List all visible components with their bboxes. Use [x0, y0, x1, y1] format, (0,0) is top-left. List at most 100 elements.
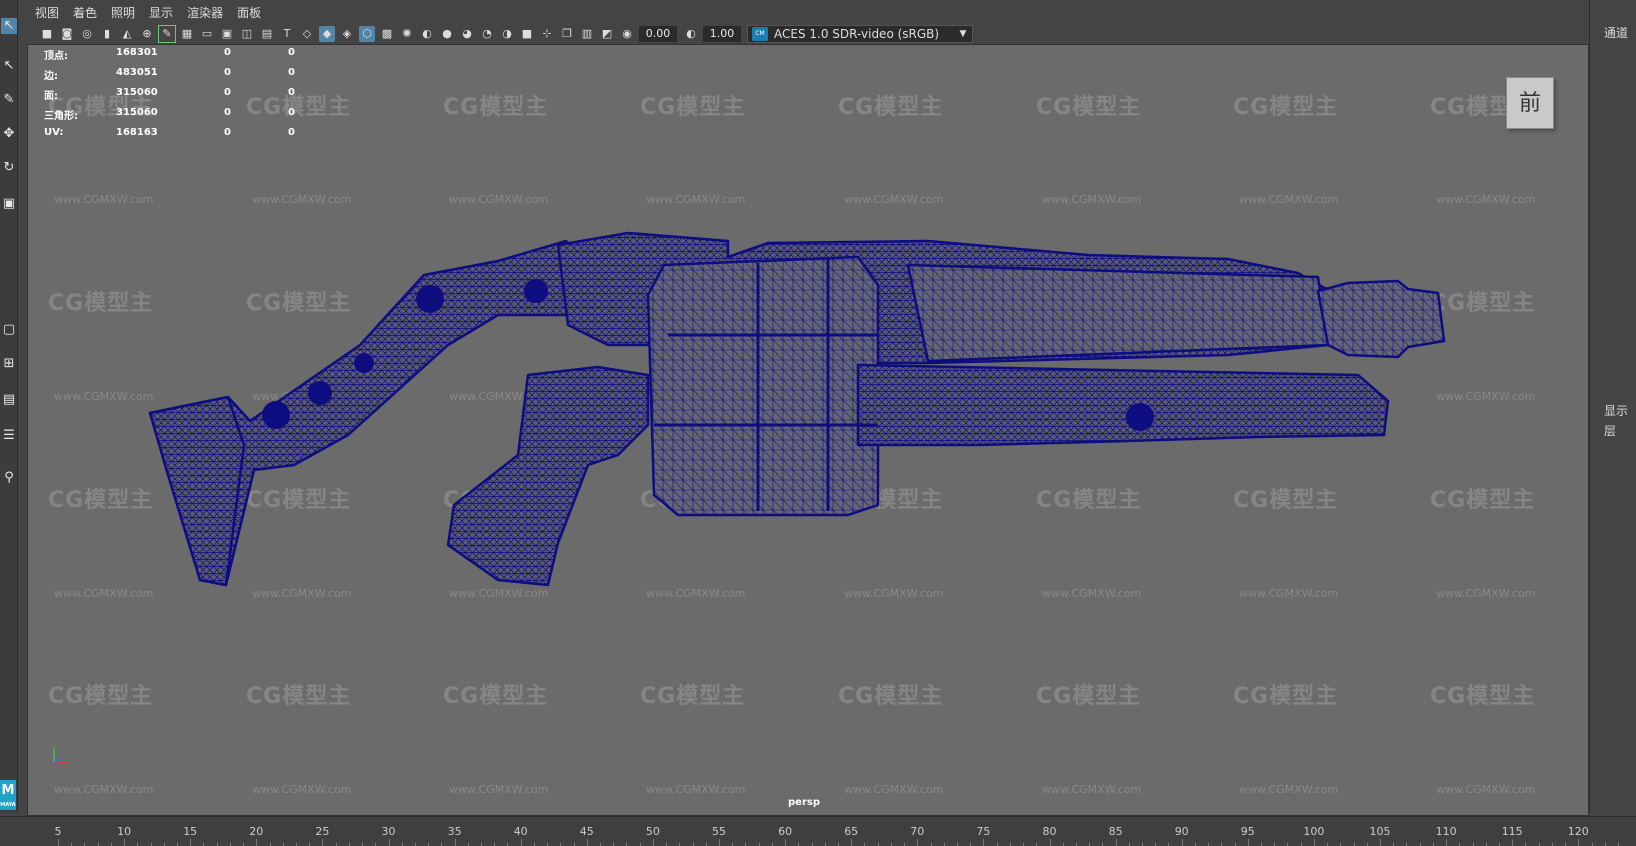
timeline-tick-label: 55: [712, 825, 726, 838]
lower-rail-part: [856, 363, 1390, 447]
camera-icon[interactable]: ■: [39, 26, 55, 42]
timeline-tick: [1578, 839, 1580, 846]
flat-shade-icon[interactable]: ◈: [339, 26, 355, 42]
camera-lock-icon[interactable]: ◎: [79, 26, 95, 42]
menu-shading[interactable]: 着色: [73, 4, 97, 21]
timeline-tick: [190, 839, 192, 846]
ao-icon[interactable]: ●: [439, 26, 455, 42]
wireframe-model[interactable]: [28, 45, 1589, 816]
image-plane-icon[interactable]: ◭: [119, 26, 135, 42]
list-layout-icon[interactable]: ☰: [1, 428, 17, 444]
timeline-tick-label: 75: [976, 825, 991, 838]
timeline-tick: [785, 839, 787, 846]
hud-toggle-icon[interactable]: ▥: [579, 26, 595, 42]
menu-panels[interactable]: 面板: [237, 4, 261, 21]
grid-icon[interactable]: ▦: [179, 26, 195, 42]
field-chart-icon[interactable]: ▤: [259, 26, 275, 42]
timeline-tick-label: 25: [315, 825, 330, 838]
menu-view[interactable]: 视图: [35, 4, 59, 21]
tab-channels[interactable]: 通道: [1604, 24, 1628, 41]
scale-tool-icon[interactable]: ▣: [1, 196, 17, 212]
timeline-tick: [851, 839, 853, 846]
viewport-persp[interactable]: CG模型主 www.CGMXW.com CG模型主 www.CGMXW.com CG模型…: [27, 44, 1589, 816]
timeline-tick-label: 35: [447, 825, 462, 838]
timeline-tick-label: 100: [1303, 825, 1325, 838]
menu-renderer[interactable]: 渲染器: [187, 4, 223, 21]
four-view-icon[interactable]: ⊞: [1, 356, 17, 372]
single-view-icon[interactable]: ▢: [1, 322, 17, 338]
tab-layers[interactable]: 层: [1604, 422, 1616, 439]
smooth-shade-icon[interactable]: ◆: [319, 26, 335, 42]
timeline-tick-label: 110: [1435, 825, 1457, 838]
grease-pencil-icon[interactable]: ✎: [158, 25, 176, 43]
barrel-part: [906, 263, 1330, 363]
timeline-tick: [388, 839, 390, 846]
timeline-tick: [1181, 839, 1183, 846]
exposure-icon[interactable]: ◉: [619, 26, 635, 42]
film-gate-icon[interactable]: ▭: [199, 26, 215, 42]
channel-box-panel: 通道 显示 层: [1589, 0, 1636, 812]
exposure-field[interactable]: 0.00: [639, 26, 677, 42]
xray-joints-icon[interactable]: ⊹: [539, 26, 555, 42]
wireframe-on-shaded-icon[interactable]: ⬡: [359, 26, 375, 42]
textured-icon[interactable]: ▩: [379, 26, 395, 42]
timeline-tick: [322, 839, 324, 846]
gate-mask-icon[interactable]: ◫: [239, 26, 255, 42]
cylinder-part: [646, 255, 880, 517]
menu-lighting[interactable]: 照明: [111, 4, 135, 21]
menu-show[interactable]: 显示: [149, 4, 173, 21]
maya-logo: M MAYA: [0, 780, 16, 810]
resolution-gate-icon[interactable]: ▣: [219, 26, 235, 42]
color-space-dropdown[interactable]: CM ACES 1.0 SDR-video (sRGB) ▼: [747, 25, 973, 43]
outliner-layout-icon[interactable]: ▤: [1, 392, 17, 408]
lasso-tool-icon[interactable]: ↖: [1, 58, 17, 74]
safe-action-icon[interactable]: T: [279, 26, 295, 42]
paint-select-icon[interactable]: ✎: [1, 92, 17, 108]
timeline-tick: [1313, 839, 1315, 846]
resolution-icon[interactable]: ◩: [599, 26, 615, 42]
timeline-tick-label: 30: [381, 825, 396, 838]
timeline-tick: [1380, 839, 1381, 846]
timeline-tick: [652, 839, 654, 846]
maya-window: ↖ ↖ ✎ ✥ ↻ ▣ ▢ ⊞ ▤ ☰ ⚲ M MAYA 视图 着色 照明 显示…: [0, 0, 1636, 846]
camera-attr-icon[interactable]: ◙: [59, 26, 75, 42]
timeline[interactable]: 5 10 15 20 25 30 35 40 45 50 55 60 65 70 75 80 85 90 95 100…: [0, 816, 1636, 846]
search-icon[interactable]: ⚲: [1, 470, 17, 486]
chevron-down-icon[interactable]: ▼: [954, 29, 972, 39]
select-tool-icon[interactable]: ↖: [1, 18, 17, 34]
timeline-tick: [256, 839, 258, 846]
isolate-icon[interactable]: ◑: [499, 26, 515, 42]
timeline-tick-label: 45: [579, 825, 594, 838]
timeline-tick-label: 5: [54, 825, 62, 838]
color-management-icon[interactable]: CM: [752, 27, 768, 41]
muzzle-part: [1316, 279, 1446, 359]
grip-part: [446, 365, 650, 587]
move-tool-icon[interactable]: ✥: [1, 126, 17, 142]
gamma-field[interactable]: 1.00: [703, 26, 741, 42]
timeline-tick-label: 95: [1240, 825, 1255, 838]
xray-icon[interactable]: ■: [519, 26, 535, 42]
timeline-tick-label: 80: [1042, 825, 1057, 838]
timeline-tick-label: 40: [513, 825, 528, 838]
timeline-tick: [983, 839, 985, 846]
rotate-tool-icon[interactable]: ↻: [1, 160, 17, 176]
timeline-tick: [1446, 839, 1448, 846]
gamma-icon[interactable]: ◐: [683, 26, 699, 42]
wireframe-icon[interactable]: ◇: [299, 26, 315, 42]
motion-blur-icon[interactable]: ◕: [459, 26, 475, 42]
two-d-pan-icon[interactable]: ⊕: [139, 26, 155, 42]
stock-butt-part: [148, 395, 246, 587]
timeline-tick: [917, 839, 919, 846]
bookmark-icon[interactable]: ▮: [99, 26, 115, 42]
shadows-icon[interactable]: ◐: [419, 26, 435, 42]
backface-icon[interactable]: ❐: [559, 26, 575, 42]
lights-icon[interactable]: ✺: [399, 26, 415, 42]
camera-name-label: persp: [788, 797, 820, 808]
tab-display[interactable]: 显示: [1604, 402, 1628, 419]
aa-icon[interactable]: ◔: [479, 26, 495, 42]
timeline-tick-label: 90: [1174, 825, 1189, 838]
timeline-tick: [1512, 839, 1514, 846]
timeline-tick-label: 50: [645, 825, 660, 838]
timeline-tick-label: 115: [1501, 825, 1523, 838]
view-cube[interactable]: 前: [1506, 77, 1554, 129]
